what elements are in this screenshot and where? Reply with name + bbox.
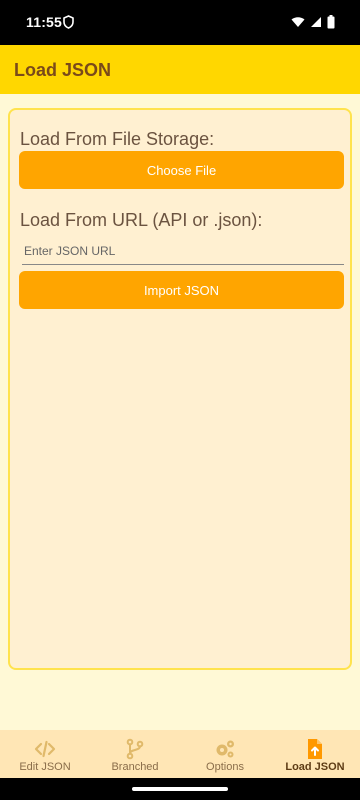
status-bar: 11:55 — [0, 0, 360, 45]
gears-icon — [216, 740, 234, 758]
nav-item-edit-json[interactable]: Edit JSON — [0, 730, 90, 778]
nav-label-options: Options — [206, 761, 244, 773]
file-storage-label: Load From File Storage: — [20, 129, 215, 149]
app-bar: Load JSON — [0, 45, 360, 94]
signal-icon — [311, 17, 321, 27]
nav-label-load-json: Load JSON — [285, 761, 345, 773]
code-icon — [34, 740, 56, 758]
nav-item-load-json[interactable]: Load JSON — [270, 730, 360, 778]
battery-icon — [327, 15, 335, 29]
nav-item-options[interactable]: Options — [180, 730, 270, 778]
page-title: Load JSON — [14, 60, 112, 80]
url-label: Load From URL (API or .json): — [20, 210, 263, 230]
choose-file-button[interactable]: Choose File — [19, 151, 344, 189]
home-gesture-handle[interactable] — [132, 787, 228, 791]
nav-label-branched: Branched — [111, 761, 159, 773]
shield-icon — [63, 15, 74, 29]
json-url-input[interactable] — [22, 238, 344, 265]
import-json-button[interactable]: Import JSON — [19, 271, 344, 309]
load-json-panel: Load From File Storage: Choose File Load… — [8, 108, 352, 670]
wifi-icon — [291, 17, 305, 27]
file-upload-icon — [308, 739, 322, 759]
branch-icon — [126, 738, 144, 760]
nav-label-edit-json: Edit JSON — [19, 761, 71, 773]
status-time: 11:55 — [26, 14, 63, 30]
system-gesture-area — [0, 778, 360, 800]
status-icons — [291, 15, 335, 29]
bottom-nav: Edit JSON Branched Options Load JSON — [0, 730, 360, 778]
nav-item-branched[interactable]: Branched — [90, 730, 180, 778]
